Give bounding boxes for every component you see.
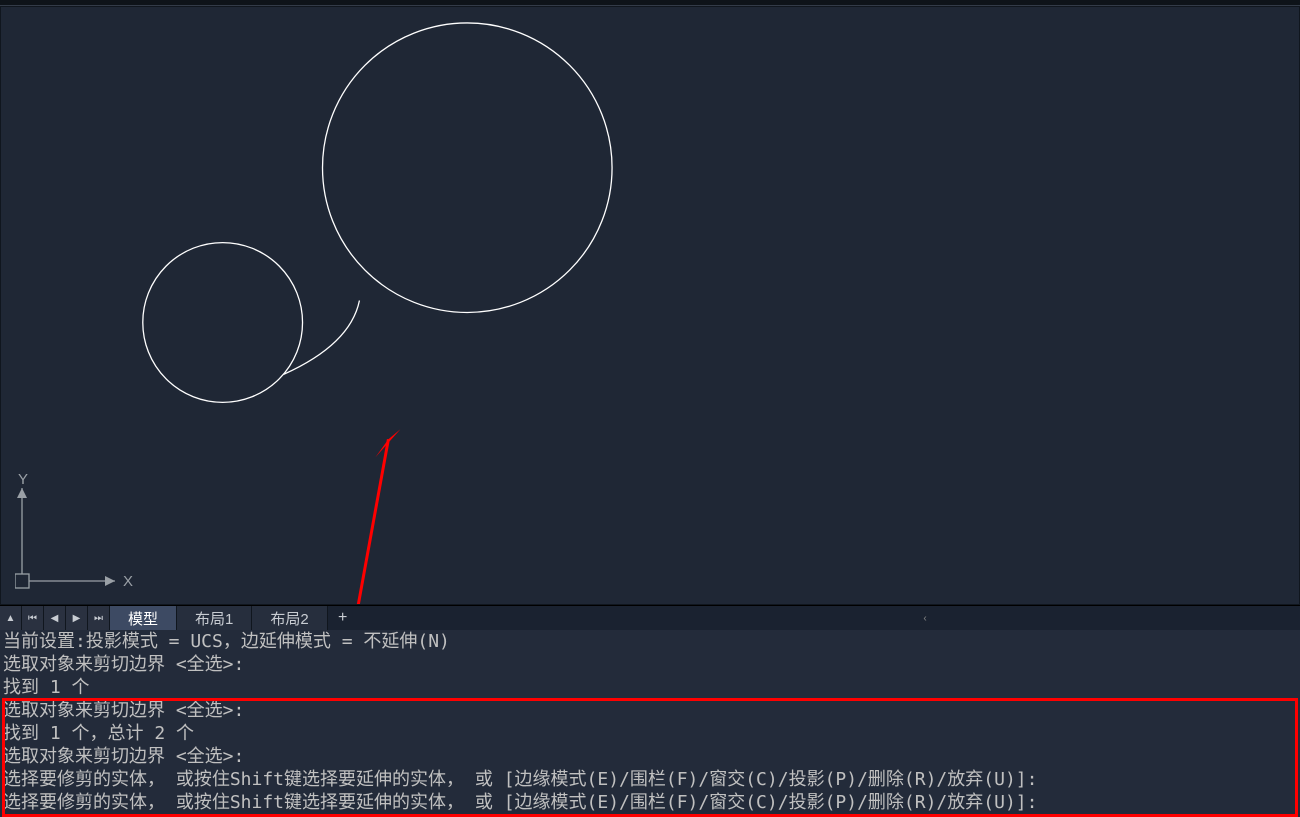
drawing-objects [1,7,1299,604]
cmd-line: 找到 1 个 [3,676,1297,699]
cmd-line: 选取对象来剪切边界 <全选>: [3,745,1297,768]
layout-tab-bar: ▲ ⏮ ◀ ▶ ⏭ 模型 布局1 布局2 + ‹ [0,605,1300,630]
cmd-line: 选择要修剪的实体， 或按住Shift键选择要延伸的实体， 或 [边缘模式(E)/… [3,768,1297,791]
tab-add-button[interactable]: + [328,606,358,630]
annotation-arrow [1,7,1299,604]
scroll-left-icon[interactable]: ‹ [914,606,936,630]
drawing-canvas[interactable]: X Y [0,6,1300,605]
circle-small [143,243,303,403]
tab-layout2[interactable]: 布局2 [252,606,327,630]
tab-layout1[interactable]: 布局1 [177,606,252,630]
cmd-line: 当前设置:投影模式 = UCS，边延伸模式 = 不延伸(N) [3,630,1297,653]
tab-prev-button[interactable]: ◀ [44,606,66,630]
command-history: 当前设置:投影模式 = UCS，边延伸模式 = 不延伸(N) 选取对象来剪切边界… [0,630,1300,817]
ucs-indicator: X Y [15,474,135,594]
cmd-line: 选取对象来剪切边界 <全选>: [3,653,1297,676]
tab-last-button[interactable]: ⏭ [88,606,110,630]
ucs-x-label: X [123,573,133,590]
tab-next-button[interactable]: ▶ [66,606,88,630]
cmd-line: 选取对象来剪切边界 <全选>: [3,699,1297,722]
ucs-y-label: Y [18,474,28,488]
tab-model[interactable]: 模型 [110,606,177,630]
command-line-panel[interactable]: 当前设置:投影模式 = UCS，边延伸模式 = 不延伸(N) 选取对象来剪切边界… [0,630,1300,817]
tab-collapse-button[interactable]: ▲ [0,606,22,630]
cmd-line: 找到 1 个，总计 2 个 [3,722,1297,745]
circle-large [323,23,613,313]
connecting-arc [284,301,360,375]
cmd-line: 选择要修剪的实体， 或按住Shift键选择要延伸的实体， 或 [边缘模式(E)/… [3,791,1297,814]
tab-first-button[interactable]: ⏮ [22,606,44,630]
